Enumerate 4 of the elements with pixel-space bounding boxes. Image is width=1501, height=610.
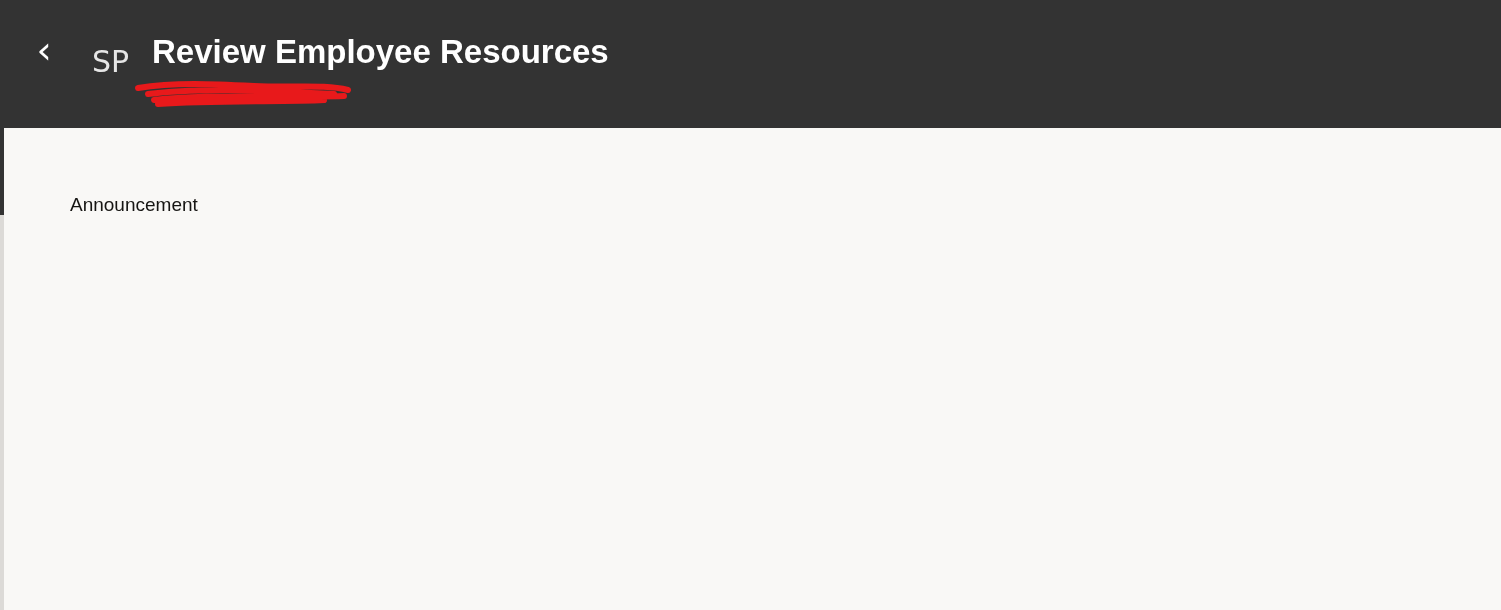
avatar-initials: SP [92, 43, 131, 81]
back-button[interactable]: ‹ [28, 28, 60, 72]
section-heading: Announcement [70, 194, 199, 216]
page-title: Review Employee Resources [152, 32, 609, 72]
